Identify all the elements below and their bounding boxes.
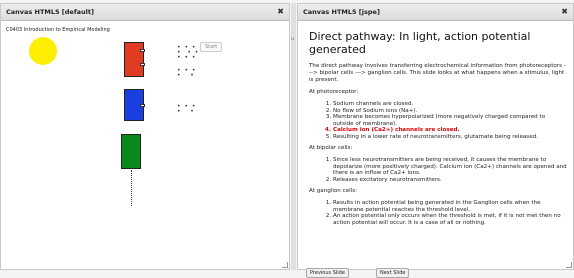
close-icon[interactable]: ✖	[277, 4, 284, 20]
panel-splitter[interactable]	[291, 3, 296, 270]
bipolar-list: Since less neurotransmitters are being r…	[309, 157, 567, 183]
neurotransmitter-cluster: • • • • •	[177, 67, 197, 79]
list-item: Releases excitatory neurotransmitters.	[333, 177, 567, 184]
close-icon[interactable]: ✖	[561, 4, 568, 20]
slide-heading: Direct pathway: In light, action potenti…	[309, 30, 531, 56]
slide-content: Direct pathway: In light, action potenti…	[309, 30, 567, 231]
right-panel-title: Canvas HTML5 [jspe]	[303, 8, 380, 16]
light-stimulus[interactable]	[29, 37, 57, 65]
slide-intro: The direct pathway involves transferring…	[309, 63, 566, 83]
previous-slide-button[interactable]: Previous Slide	[306, 268, 349, 278]
bipolar-label: At bipolar cells:	[309, 145, 353, 151]
ganglion-list: Results in action potential being genera…	[309, 200, 567, 226]
photoreceptor-terminal	[140, 49, 145, 52]
left-canvas-panel: Canvas HTML5 [default] ✖ C0403 Introduct…	[0, 3, 290, 270]
ganglion-label: At ganglion cells:	[309, 188, 358, 194]
start-button[interactable]: Start	[200, 42, 223, 52]
photoreceptor-terminal	[140, 63, 145, 66]
list-item: Membrane becomes hyperpolarized (more ne…	[333, 114, 567, 127]
neurotransmitter-cluster: • • • • • • • • •	[177, 44, 200, 61]
ganglion-axon	[131, 170, 132, 206]
right-panel-header[interactable]: Canvas HTML5 [jspe] ✖	[298, 4, 573, 21]
splitter-label: u	[291, 36, 295, 42]
ganglion-cell	[121, 134, 141, 169]
slide-navigation: Previous Slide Next Slide	[306, 259, 431, 278]
left-panel-header[interactable]: Canvas HTML5 [default] ✖	[1, 4, 289, 21]
next-slide-button[interactable]: Next Slide	[376, 268, 410, 278]
resize-handle-icon[interactable]	[566, 262, 572, 268]
list-item: Since less neurotransmitters are being r…	[333, 157, 567, 177]
right-canvas-panel: Canvas HTML5 [jspe] ✖ Direct pathway: In…	[297, 3, 574, 270]
course-title: C0403 Introduction to Empirical Modeling	[6, 27, 110, 33]
left-panel-title: Canvas HTML5 [default]	[6, 8, 94, 16]
bipolar-cell	[124, 89, 145, 121]
neurotransmitter-cluster: • • • • •	[177, 103, 197, 115]
photoreceptor-label: At photoreceptor:	[309, 89, 359, 95]
photoreceptor-list: Sodium channels are closed. No flow of S…	[309, 101, 567, 140]
list-item: Results in action potential being genera…	[333, 200, 567, 213]
list-item: Resulting in a lower rate of neurotransm…	[333, 134, 567, 141]
bipolar-terminal	[140, 104, 145, 107]
list-item: An action potential only occurs when the…	[333, 213, 567, 226]
resize-handle-icon[interactable]	[282, 262, 288, 268]
photoreceptor-cell	[124, 42, 145, 77]
